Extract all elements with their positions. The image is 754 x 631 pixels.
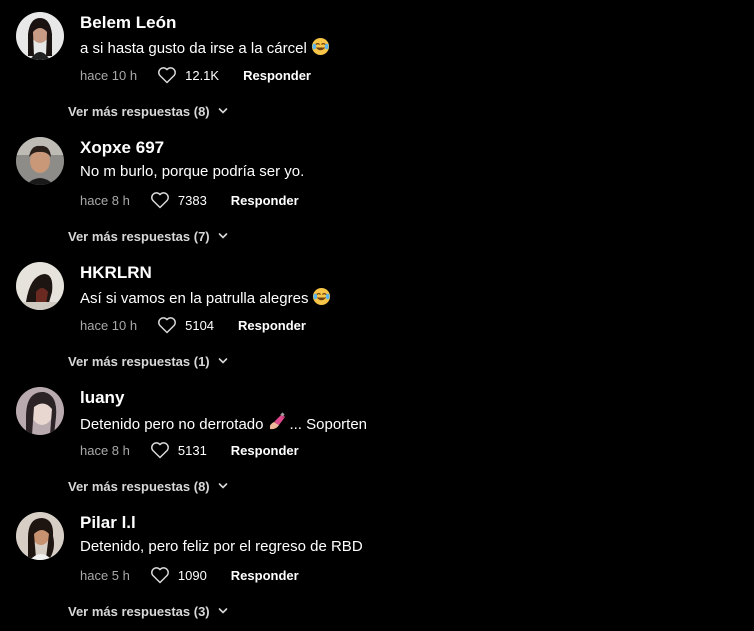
- comment-meta: hace 10 h 5104 Responder: [80, 315, 306, 335]
- view-more-replies-label: Ver más respuestas (3): [68, 603, 210, 619]
- comment-meta: hace 5 h 1090 Responder: [80, 565, 299, 585]
- like-count: 5104: [185, 317, 215, 333]
- comment-meta: hace 10 h 12.1K Responder: [80, 65, 311, 85]
- like-count: 5131: [177, 442, 207, 458]
- view-more-replies-label: Ver más respuestas (1): [68, 353, 210, 369]
- like-button[interactable]: 12.1K: [157, 66, 219, 84]
- laughing-tears-icon: [312, 287, 331, 312]
- comment-text-content: Detenido, pero feliz por el regreso de R…: [80, 538, 363, 555]
- timestamp: hace 8 h: [80, 442, 130, 458]
- view-more-replies-label: Ver más respuestas (8): [68, 478, 210, 494]
- comment-text: Detenido pero no derrotado ... Soporten: [80, 412, 367, 438]
- like-count: 1090: [177, 567, 207, 583]
- reply-button[interactable]: Responder: [231, 568, 299, 583]
- comment-item: HKRLRN Así si vamos en la patrulla alegr…: [0, 262, 754, 387]
- like-count: 7383: [177, 192, 207, 208]
- nail-polish-icon: [267, 412, 287, 438]
- like-button[interactable]: 5104: [157, 316, 214, 334]
- comment-text-tail: ... Soporten: [289, 416, 368, 433]
- username[interactable]: Pilar l.l: [80, 512, 136, 534]
- avatar-image: [16, 262, 64, 310]
- view-more-replies-button[interactable]: Ver más respuestas (8): [68, 102, 228, 120]
- like-button[interactable]: 7383: [150, 191, 207, 209]
- avatar-image: [16, 12, 64, 60]
- username[interactable]: Belem León: [80, 12, 176, 34]
- like-button[interactable]: 5131: [150, 441, 207, 459]
- avatar[interactable]: [16, 12, 64, 60]
- timestamp: hace 5 h: [80, 567, 130, 583]
- like-button[interactable]: 1090: [150, 566, 207, 584]
- chevron-down-icon: [218, 233, 227, 239]
- reply-button[interactable]: Responder: [231, 443, 299, 458]
- username[interactable]: HKRLRN: [80, 262, 152, 284]
- reply-button[interactable]: Responder: [238, 318, 306, 333]
- comment-text-content: Así si vamos en la patrulla alegres: [80, 290, 309, 307]
- chevron-down-icon: [218, 608, 227, 614]
- comment-meta: hace 8 h 7383 Responder: [80, 190, 299, 210]
- comment-item: Pilar l.l Detenido, pero feliz por el re…: [0, 512, 754, 631]
- comment-text-content: a si hasta gusto da irse a la cárcel: [80, 40, 307, 57]
- comment-text: a si hasta gusto da irse a la cárcel: [80, 37, 330, 62]
- comment-text-content: Detenido pero no derrotado: [80, 416, 264, 433]
- reply-button[interactable]: Responder: [243, 68, 311, 83]
- comment-text-content: No m burlo, porque podría ser yo.: [80, 163, 305, 180]
- chevron-down-icon: [218, 108, 227, 114]
- heart-icon: [150, 442, 169, 459]
- view-more-replies-button[interactable]: Ver más respuestas (1): [68, 352, 228, 370]
- chevron-down-icon: [218, 358, 227, 364]
- like-count: 12.1K: [185, 67, 220, 83]
- comment-list: Belem León a si hasta gusto da irse a la…: [0, 0, 754, 631]
- username[interactable]: Xopxe 697: [80, 137, 164, 159]
- avatar-image: [16, 512, 64, 560]
- comment-text: Así si vamos en la patrulla alegres: [80, 287, 331, 312]
- comment-item: luany Detenido pero no derrotado ... Sopo…: [0, 387, 754, 512]
- comment-text: Detenido, pero feliz por el regreso de R…: [80, 537, 363, 557]
- avatar-image: [16, 137, 64, 185]
- timestamp: hace 10 h: [80, 67, 138, 83]
- heart-icon: [150, 192, 169, 209]
- avatar[interactable]: [16, 262, 64, 310]
- chevron-down-icon: [218, 483, 227, 489]
- heart-icon: [158, 67, 177, 84]
- timestamp: hace 10 h: [80, 317, 138, 333]
- view-more-replies-button[interactable]: Ver más respuestas (7): [68, 227, 228, 245]
- comment-item: Xopxe 697 No m burlo, porque podría ser …: [0, 137, 754, 262]
- heart-icon: [158, 317, 177, 334]
- avatar-image: [16, 387, 64, 435]
- avatar[interactable]: [16, 387, 64, 435]
- comment-item: Belem León a si hasta gusto da irse a la…: [0, 12, 754, 137]
- comment-meta: hace 8 h 5131 Responder: [80, 440, 299, 460]
- view-more-replies-label: Ver más respuestas (7): [68, 228, 210, 244]
- view-more-replies-label: Ver más respuestas (8): [68, 103, 210, 119]
- laughing-tears-icon: [311, 37, 330, 62]
- avatar[interactable]: [16, 137, 64, 185]
- comment-text: No m burlo, porque podría ser yo.: [80, 162, 304, 182]
- avatar[interactable]: [16, 512, 64, 560]
- view-more-replies-button[interactable]: Ver más respuestas (3): [68, 602, 228, 620]
- reply-button[interactable]: Responder: [231, 193, 299, 208]
- heart-icon: [150, 567, 169, 584]
- username[interactable]: luany: [80, 387, 124, 409]
- timestamp: hace 8 h: [80, 192, 130, 208]
- view-more-replies-button[interactable]: Ver más respuestas (8): [68, 477, 228, 495]
